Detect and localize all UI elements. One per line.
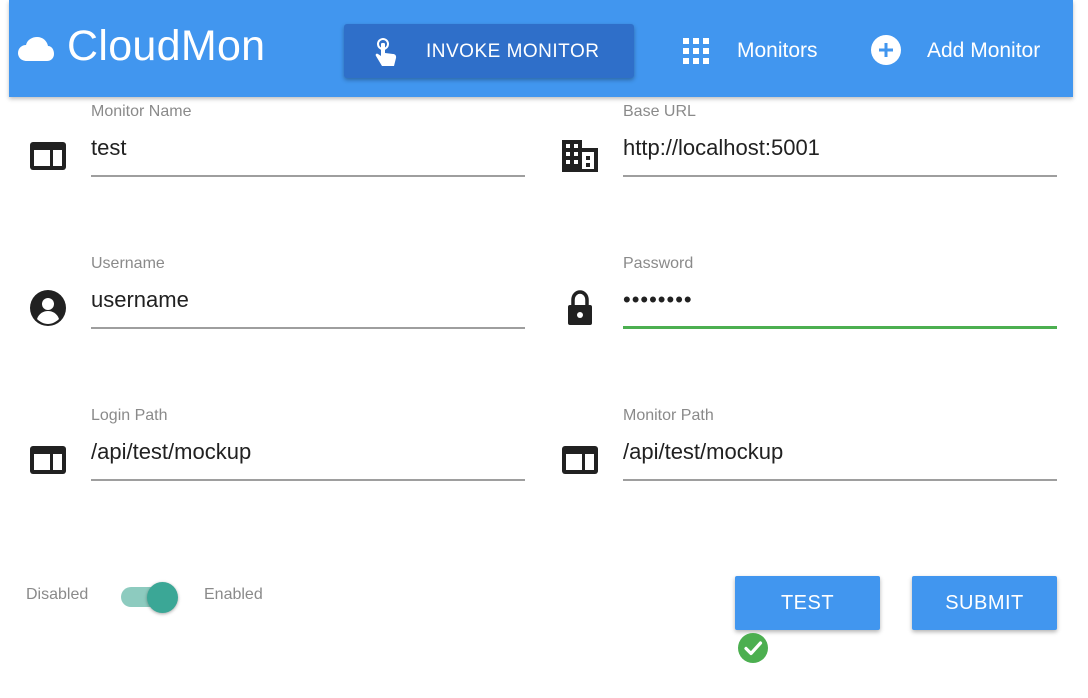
nav-add-monitor-label: Add Monitor (927, 39, 1041, 62)
invoke-monitor-button[interactable]: INVOKE MONITOR (344, 24, 634, 78)
web-window-icon (30, 446, 66, 474)
monitor-path-input[interactable] (623, 435, 1057, 469)
submit-button[interactable]: SUBMIT (912, 576, 1057, 630)
touch-hand-icon (375, 38, 397, 66)
add-circle-icon (871, 35, 901, 65)
app-title: CloudMon (67, 22, 266, 70)
login-path-input[interactable] (91, 435, 525, 469)
account-circle-icon (30, 290, 66, 326)
base-url-label: Base URL (623, 103, 696, 120)
toggle-enabled-label: Enabled (204, 586, 263, 603)
base-url-field: Base URL (562, 103, 1057, 193)
base-url-input[interactable] (623, 131, 1057, 165)
monitor-name-label: Monitor Name (91, 103, 192, 120)
password-underline (623, 326, 1057, 329)
password-label: Password (623, 255, 694, 272)
login-path-field: Login Path (30, 407, 525, 497)
app-bar: CloudMon INVOKE MONITOR Monitors Add Mon… (9, 0, 1073, 97)
username-underline (91, 327, 525, 329)
nav-monitors-label: Monitors (737, 39, 818, 62)
login-path-underline (91, 479, 525, 481)
username-field: Username (30, 255, 525, 345)
check-circle-icon (738, 633, 768, 663)
monitor-name-underline (91, 175, 525, 177)
username-input[interactable] (91, 283, 525, 317)
web-window-icon (30, 142, 66, 170)
base-url-underline (623, 175, 1057, 177)
test-button[interactable]: TEST (735, 576, 880, 630)
monitor-name-field: Monitor Name (30, 103, 525, 193)
password-input[interactable] (623, 283, 1057, 317)
monitor-path-label: Monitor Path (623, 407, 714, 424)
monitor-path-field: Monitor Path (562, 407, 1057, 497)
grid-icon (683, 38, 709, 64)
lock-icon (568, 290, 592, 325)
enabled-toggle-thumb[interactable] (147, 582, 178, 613)
cloud-icon (18, 37, 54, 61)
monitor-name-input[interactable] (91, 131, 525, 165)
building-icon (562, 140, 598, 172)
invoke-monitor-label: INVOKE MONITOR (426, 41, 600, 62)
toggle-disabled-label: Disabled (26, 586, 89, 603)
login-path-label: Login Path (91, 407, 168, 424)
monitor-path-underline (623, 479, 1057, 481)
password-field: Password (568, 255, 1057, 345)
web-window-icon (562, 446, 598, 474)
username-label: Username (91, 255, 165, 272)
